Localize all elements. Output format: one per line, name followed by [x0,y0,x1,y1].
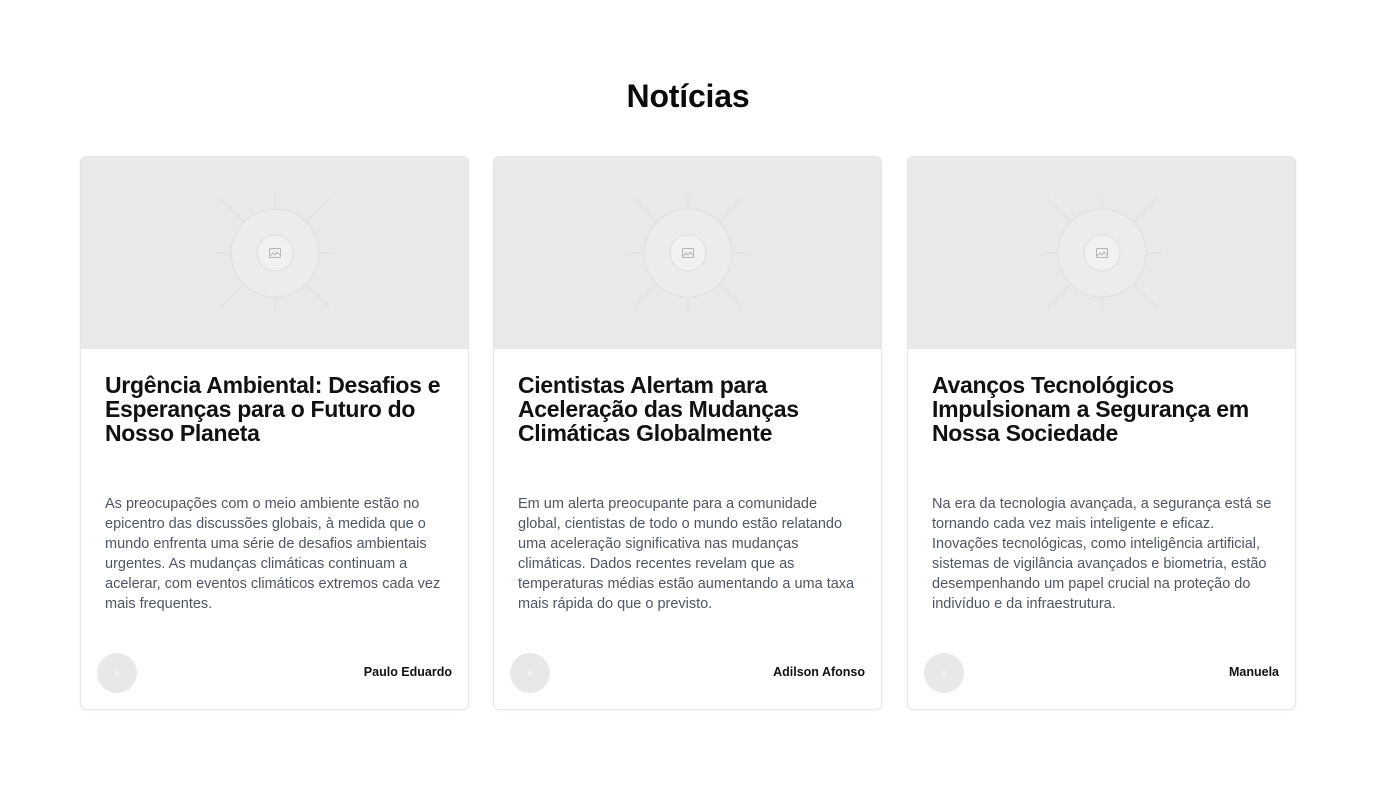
avatar-placeholder-icon [942,671,946,675]
card-description: Em um alerta preocupante para a comunida… [518,496,855,612]
image-placeholder-icon [1042,193,1162,313]
author-name: Paulo Eduardo [363,665,452,679]
news-card[interactable]: Urgência Ambiental: Desafios e Esperança… [80,156,469,710]
author-avatar [97,653,137,693]
card-description: As preocupações com o meio ambiente estã… [105,496,441,612]
image-placeholder-icon [628,193,748,313]
card-image-placeholder[interactable] [494,157,881,349]
card-image-placeholder[interactable] [81,157,468,349]
news-card[interactable]: Cientistas Alertam para Aceleração das M… [493,156,882,710]
page-title: Notícias [626,78,750,114]
author-avatar [924,653,964,693]
card-description: Na era da tecnologia avançada, a seguran… [932,496,1272,612]
author-avatar [510,653,550,693]
author-name: Manuela [1228,665,1279,679]
author-name: Adilson Afonso [773,665,865,679]
image-placeholder-icon [215,193,335,313]
card-title[interactable]: Urgência Ambiental: Desafios e Esperança… [105,373,450,445]
avatar-placeholder-icon [115,671,119,675]
card-title[interactable]: Avanços Tecnológicos Impulsionam a Segur… [932,373,1277,445]
card-title[interactable]: Cientistas Alertam para Aceleração das M… [518,373,863,445]
card-image-placeholder[interactable] [908,157,1295,349]
avatar-placeholder-icon [528,671,532,675]
news-card[interactable]: Avanços Tecnológicos Impulsionam a Segur… [907,156,1296,710]
